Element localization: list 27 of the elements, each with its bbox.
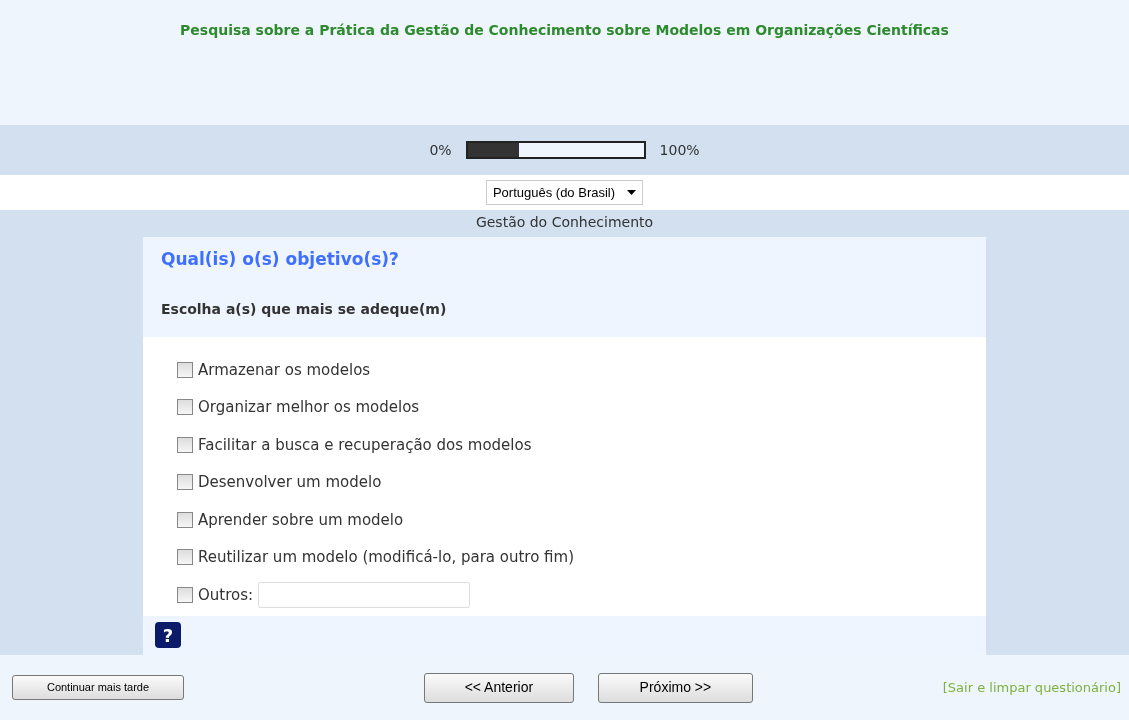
option-label: Desenvolver um modelo xyxy=(198,472,382,493)
survey-title: Pesquisa sobre a Prática da Gestão de Conhecimento sobre Modelos em Organizações Científicas xyxy=(180,22,949,38)
checkbox[interactable] xyxy=(177,586,193,603)
progress-start-label: 0% xyxy=(429,140,452,160)
option-label: Facilitar a busca e recuperação dos modelos xyxy=(198,434,532,456)
next-button[interactable]: Próximo >> xyxy=(597,672,753,703)
checkbox[interactable] xyxy=(177,511,193,528)
option-label: Armazenar os modelos xyxy=(198,359,371,381)
option-label: Outros: xyxy=(198,584,254,606)
help-icon[interactable]: ? xyxy=(155,622,181,648)
checkbox[interactable] xyxy=(177,474,193,491)
option-label: Organizar melhor os modelos xyxy=(198,397,420,418)
question-text: Qual(is) o(s) objetivo(s)? xyxy=(161,248,400,271)
checkbox[interactable] xyxy=(177,361,193,378)
previous-button[interactable]: << Anterior xyxy=(423,672,574,703)
checkbox[interactable] xyxy=(177,436,193,453)
checkbox[interactable] xyxy=(177,549,193,566)
language-select[interactable]: Português (do Brasil) xyxy=(485,179,644,206)
other-input-field[interactable] xyxy=(258,581,471,608)
checkbox[interactable] xyxy=(177,399,193,416)
progress-end-label: 100% xyxy=(659,140,700,160)
option-label: Aprender sobre um modelo xyxy=(198,509,404,531)
group-title: Gestão do Conhecimento xyxy=(475,213,654,232)
question-help: Escolha a(s) que mais se adeque(m) xyxy=(161,299,448,319)
continue-later-button[interactable]: Continuar mais tarde xyxy=(12,675,184,700)
option-label: Reutilizar um modelo (modificá-lo, para outro fim) xyxy=(198,547,575,568)
caret-icon xyxy=(627,190,637,195)
